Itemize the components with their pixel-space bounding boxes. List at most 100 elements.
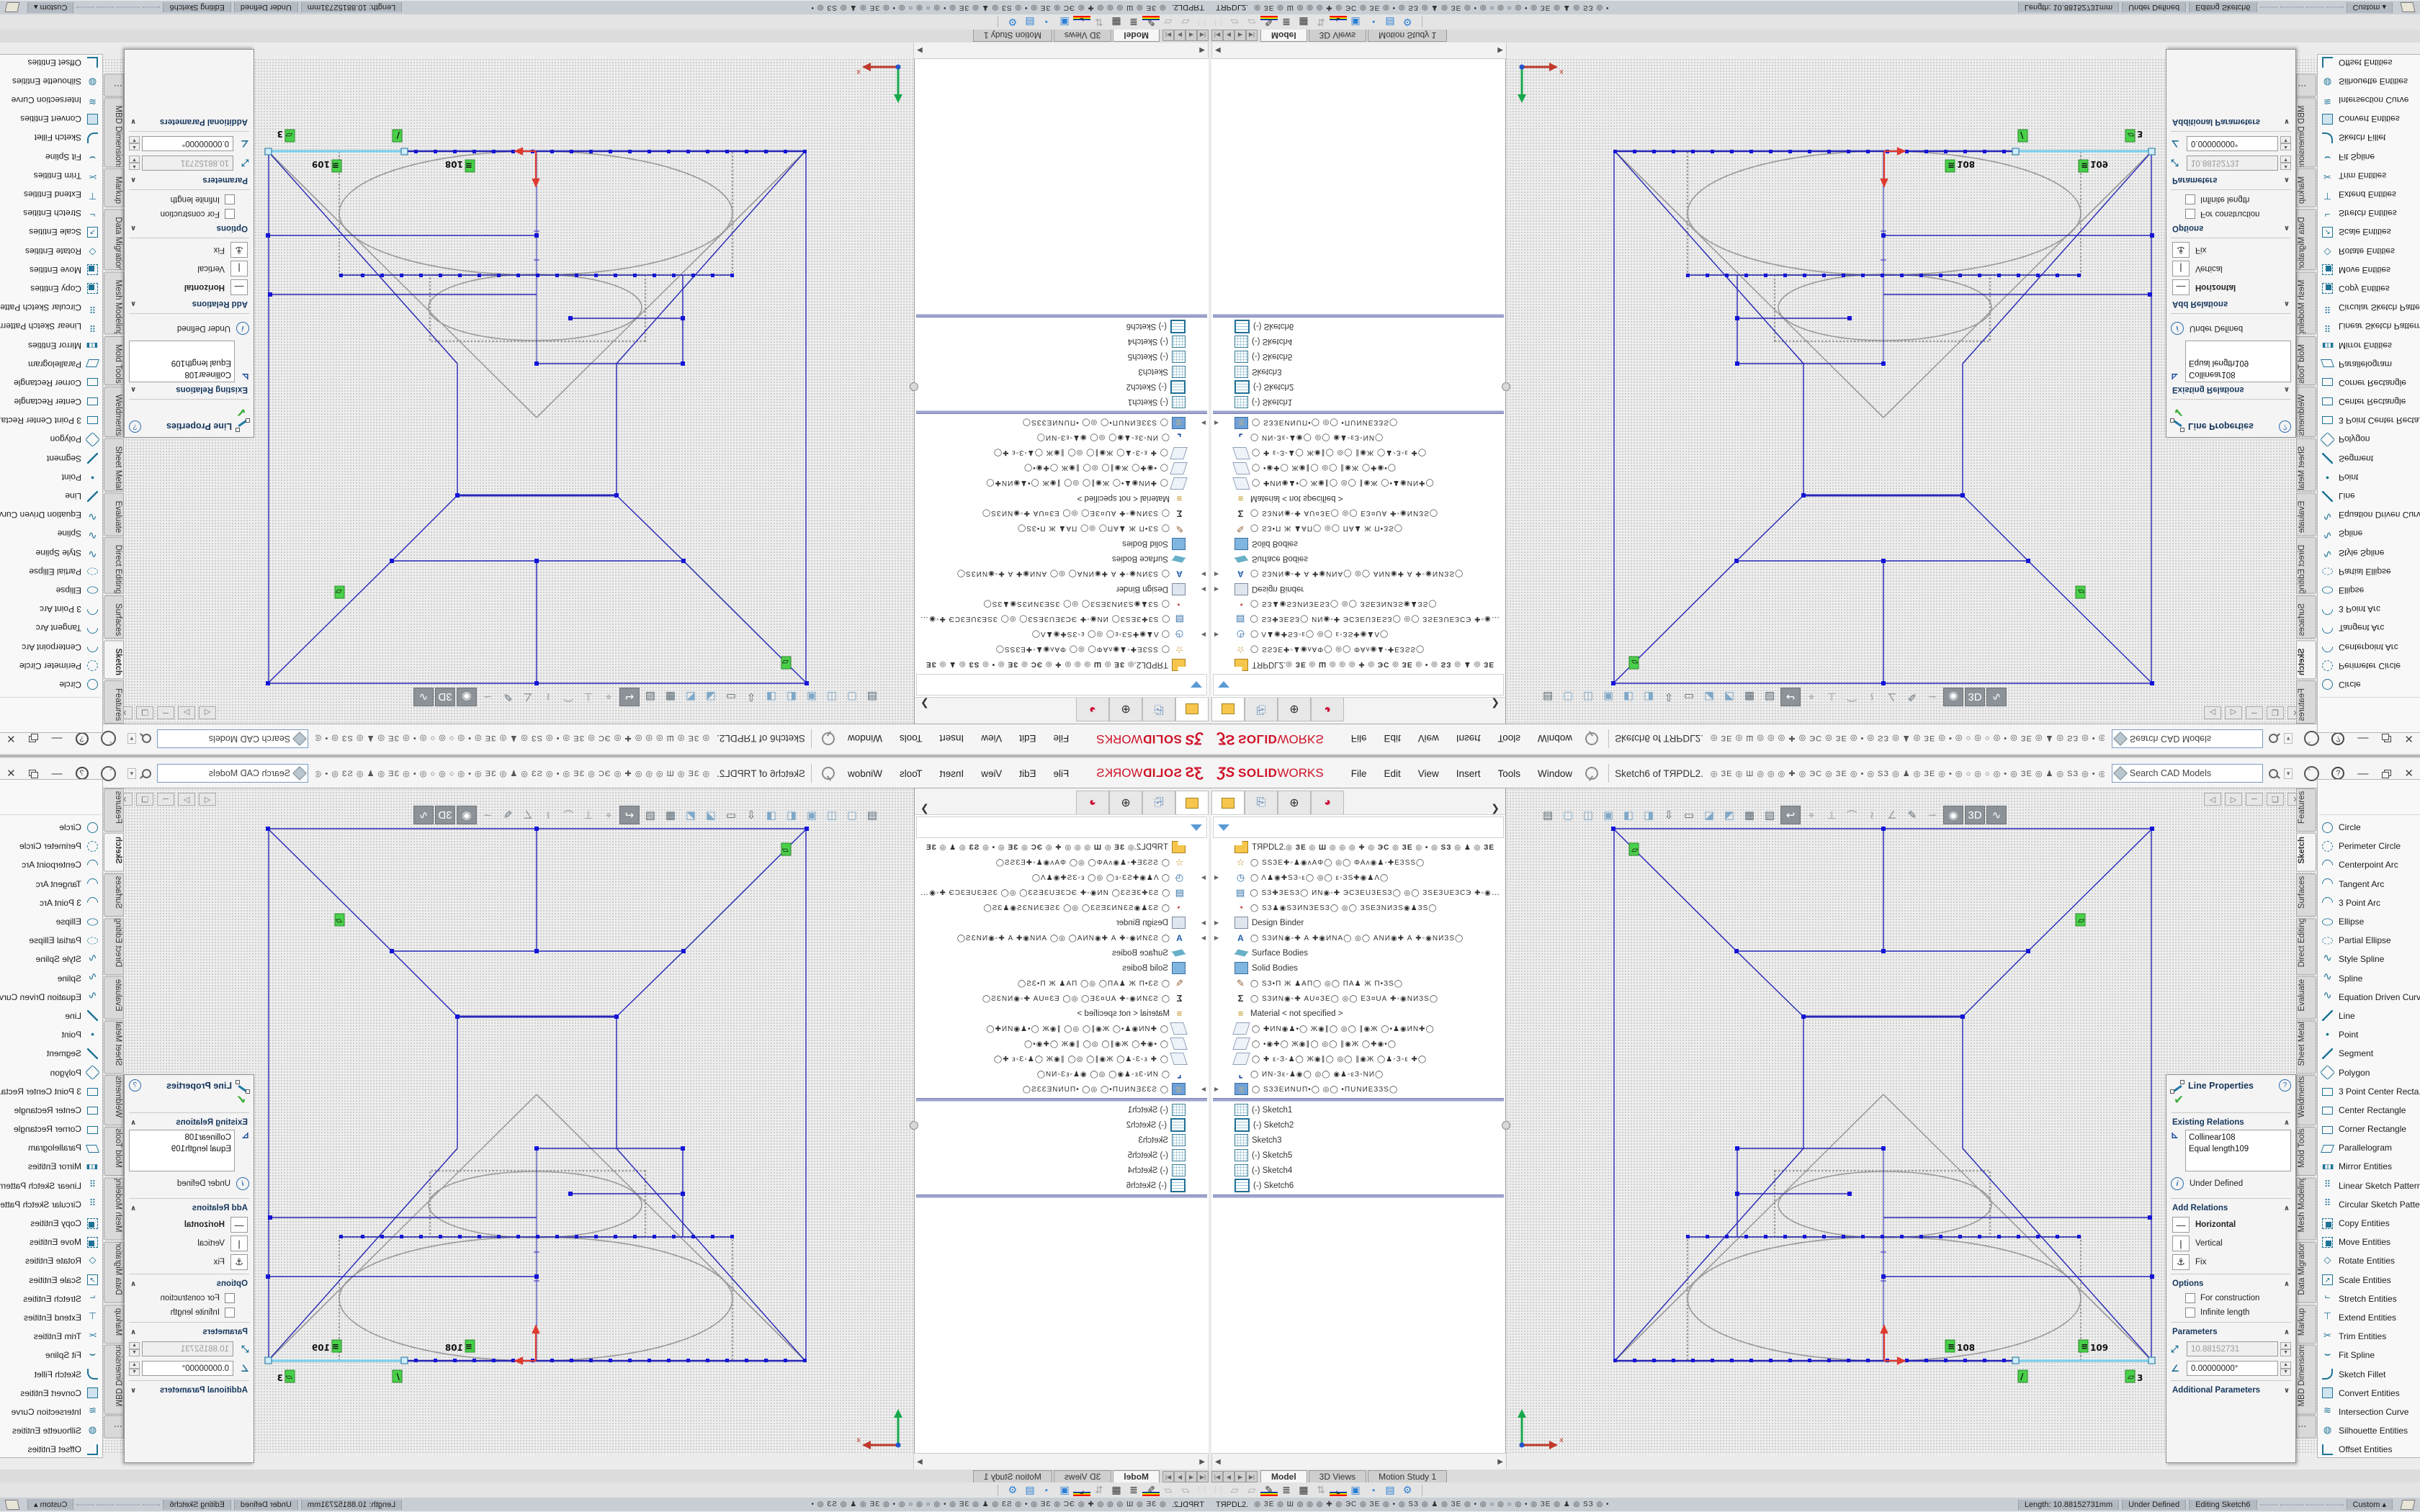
bottom-tool-icon[interactable]: ▦ <box>1108 1484 1125 1496</box>
view-tool-icon[interactable]: ≀ <box>539 806 557 824</box>
view-tool-icon[interactable]: ↩ <box>1780 806 1801 824</box>
flyout-menu-item[interactable]: Segment <box>2318 449 2420 468</box>
bottom-tool-icon[interactable]: ⚙ <box>1004 16 1021 28</box>
flyout-menu-item[interactable]: Point <box>2318 1025 2420 1044</box>
flyout-menu-item[interactable]: Stretch Entities <box>0 1290 102 1308</box>
menu-insert[interactable]: Insert <box>931 765 972 782</box>
bottom-tool-icon[interactable]: ▱ <box>1160 16 1177 28</box>
menu-edit[interactable]: Edit <box>1010 731 1044 747</box>
doc-prev-icon[interactable]: ◁ <box>199 793 216 806</box>
relation-item[interactable]: Collinear108 <box>2189 369 2287 380</box>
flyout-menu-item[interactable]: Rotate Entities <box>0 1251 102 1270</box>
relation-button-row[interactable]: ⚓ Fix <box>2166 240 2295 259</box>
flyout-menu-item[interactable]: Sketch Fillet <box>0 1364 102 1383</box>
expand-arrow-icon[interactable]: ▶ <box>1196 631 1206 638</box>
scroll-left-icon[interactable]: ◀ <box>1196 47 1208 55</box>
flyout-menu-item[interactable]: Linear Sketch Pattern <box>2318 1176 2420 1195</box>
view-tool-icon[interactable]: ≀ <box>1863 688 1881 706</box>
view-tool-icon[interactable]: ▤ <box>863 688 882 706</box>
menu-file[interactable]: File <box>1343 765 1376 782</box>
tree-row[interactable]: ▶ (-) Sketch1 <box>1211 395 1505 410</box>
minimize-button[interactable]: — <box>2357 768 2368 780</box>
flyout-menu-item[interactable]: Centerpoint Arc <box>2318 637 2420 656</box>
flyout-menu-item[interactable]: Fit Spline <box>2318 148 2420 166</box>
relation-button-row[interactable]: | Vertical <box>2166 259 2295 278</box>
checkbox[interactable] <box>225 1293 235 1303</box>
view-tool-icon[interactable]: ≀ <box>1863 806 1881 824</box>
document-tab[interactable]: Motion Study 1 <box>973 1470 1052 1482</box>
document-tab[interactable]: 3D Views <box>1309 30 1366 42</box>
expand-arrow-icon[interactable]: ▶ <box>1214 1086 1224 1092</box>
flyout-menu-item[interactable]: Corner Rectangle <box>2318 1120 2420 1138</box>
tree-row[interactable]: ▶ Surface Bodies <box>915 552 1209 567</box>
menu-tools[interactable]: Tools <box>891 765 931 782</box>
flyout-menu-item[interactable]: Move Entities <box>2318 1233 2420 1251</box>
command-tab[interactable]: Mesh Modeling <box>2296 1177 2316 1240</box>
option-row[interactable]: Infinite length <box>2166 192 2295 207</box>
document-tab[interactable]: Model <box>1113 1470 1160 1482</box>
flyout-menu-item[interactable]: Tangent Arc <box>0 875 102 894</box>
tab-propertymanager[interactable]: ⎘ <box>1142 791 1175 814</box>
flyout-menu-item[interactable]: Tangent Arc <box>0 618 102 637</box>
relation-button-row[interactable]: — Horizontal <box>2166 1215 2295 1234</box>
menu-edit[interactable]: Edit <box>1375 731 1409 747</box>
flyout-menu-item[interactable]: Trim Entities <box>2318 166 2420 185</box>
angle-spinner[interactable]: ▲▼ <box>129 137 140 151</box>
tree-row[interactable]: ▶ ◯ ✚ ε◦З◦♟◯ Ж◉∥◯ ◎◯ ∥◉Ж ◯♟◦З◦ε ✚◯ <box>915 446 1209 461</box>
expand-arrow-icon[interactable]: ▶ <box>1196 586 1206 593</box>
tab-propertymanager[interactable]: ⎘ <box>1245 698 1278 721</box>
tree-row[interactable]: ▶ ◯ •◉✚◯ Ж◉∥◯ ◎◯ ∥◉Ж ◯✚◉•◯ <box>1211 461 1505 476</box>
flyout-menu-item[interactable]: Sketch Fillet <box>2318 128 2420 147</box>
tree-row[interactable]: ▶ ◯ •◉✚◯ Ж◉∥◯ ◎◯ ∥◉Ж ◯✚◉•◯ <box>1211 1036 1505 1051</box>
drag-handle[interactable]: ⋮⋮ <box>1196 18 1208 26</box>
view-tool-icon[interactable]: 3D <box>435 806 455 824</box>
tree-row[interactable]: ▶ ◯ ЅЗ♟◉ЅЗИNЗЕЅЗ◯ ◎◯ ЗЅЕЗNИЗЅ◉♟ЗЅ◯ <box>1211 597 1505 612</box>
flyout-menu-item[interactable]: Silhouette Entities <box>0 1421 102 1440</box>
bottom-tool-icon[interactable]: ▣ <box>1347 1484 1364 1496</box>
command-tab[interactable]: Mold Tools <box>2296 336 2316 385</box>
command-tab[interactable]: Sketch <box>2296 640 2316 679</box>
bottom-tool-icon[interactable]: ▤ <box>1381 1484 1399 1496</box>
view-tool-icon[interactable]: ◧ <box>782 806 801 824</box>
relation-item[interactable]: Collinear108 <box>133 1132 231 1143</box>
relation-button-row[interactable]: — Horizontal <box>2166 278 2295 297</box>
checkbox[interactable] <box>2185 1308 2195 1318</box>
flyout-menu-item[interactable]: Fit Spline <box>0 1346 102 1364</box>
tree-row[interactable]: ▶ (-) Sketch5 <box>1211 1148 1505 1163</box>
flyout-menu-item[interactable]: Move Entities <box>0 261 102 279</box>
view-tool-icon[interactable]: ◩ <box>681 688 700 706</box>
command-tab[interactable]: MBD Dimensions <box>104 98 124 168</box>
tree-row[interactable]: ▶ Material < not specified > <box>915 491 1209 506</box>
view-tool-icon[interactable]: ▨ <box>641 688 660 706</box>
menu-edit[interactable]: Edit <box>1010 765 1044 782</box>
flyout-menu-item[interactable]: Perimeter Circle <box>0 657 102 675</box>
tree-row[interactable]: ▶ Sketch3 <box>1211 364 1505 379</box>
command-tab[interactable]: ⋮ <box>104 73 124 96</box>
view-tool-icon[interactable]: ◪ <box>702 688 720 706</box>
tab-dimxpert[interactable]: ◕ <box>1311 698 1344 721</box>
view-tool-icon[interactable]: ◪ <box>1700 688 1718 706</box>
scroll-right-icon[interactable]: ▶ <box>914 1458 926 1466</box>
view-tool-icon[interactable]: ▭ <box>1680 806 1698 824</box>
flyout-menu-item[interactable]: 3 Point Arc <box>0 894 102 912</box>
expand-arrow-icon[interactable]: ▶ <box>1214 631 1224 638</box>
tree-row[interactable]: ▶ <box>915 313 1209 319</box>
bottom-tool-icon[interactable]: ⇅ <box>1090 1484 1108 1496</box>
tree-row[interactable]: ▶ (-) Sketch1 <box>915 395 1209 410</box>
tab-configurations[interactable]: ⊕ <box>1109 698 1142 721</box>
tree-row[interactable]: ▶ ◯ ЅЗЗЕИNUΠ•◯ ◎◯ •ΠUNИЕЗЗЅ◯ <box>915 415 1209 431</box>
length-spinner[interactable]: ▲▼ <box>2280 156 2291 171</box>
menu-window[interactable]: Window <box>839 765 891 782</box>
view-tool-icon[interactable]: 3D <box>435 688 455 706</box>
flyout-menu-item[interactable]: Corner Rectangle <box>0 1120 102 1138</box>
bottom-tool-icon[interactable]: ⚙ <box>1399 16 1416 28</box>
command-tab[interactable]: Weldments <box>104 1075 124 1125</box>
tree-row[interactable]: ▶ ◯ ИN◦Зε◦♟◉◯ ◎◯ ◉♟◦εЗ◦NИ◯ <box>915 1066 1209 1081</box>
menu-view[interactable]: View <box>1410 765 1448 782</box>
close-button[interactable]: ✕ <box>2404 767 2414 780</box>
view-tool-icon[interactable]: ∠ <box>1883 688 1901 706</box>
bottom-tool-icon[interactable]: ⌞ <box>1330 16 1347 28</box>
option-row[interactable]: For construction <box>125 1291 254 1305</box>
flyout-menu-item[interactable]: Offset Entities <box>2318 54 2420 72</box>
flyout-menu-item[interactable]: Convert Entities <box>2318 1384 2420 1403</box>
